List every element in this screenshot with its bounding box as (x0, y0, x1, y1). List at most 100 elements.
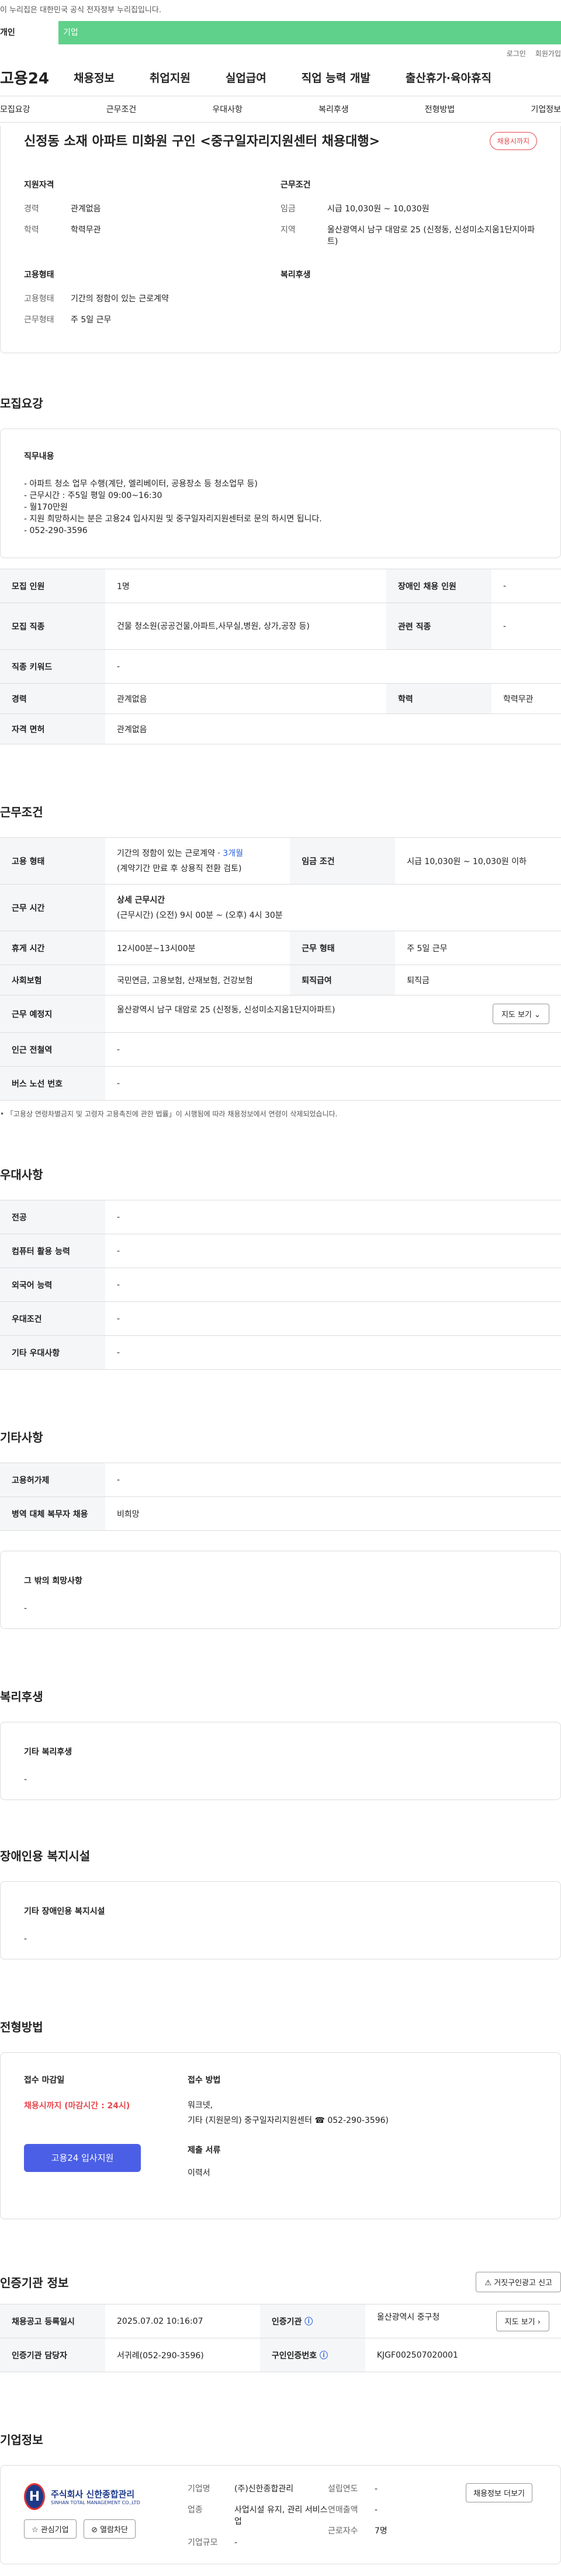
method-line: 기타 (지원문의) 중구일자리지원센터 ☎ 052-290-3596) (188, 2116, 389, 2125)
table-label: 인근 전철역 (0, 1032, 105, 1067)
table-value: - (491, 569, 561, 603)
table-label: 모집 인원 (0, 569, 105, 603)
kv-value: - (375, 2484, 378, 2494)
subnav-recruit[interactable]: 모집요강 (0, 103, 30, 115)
table-label: 장애인 채용 인원 (386, 569, 491, 603)
kv-label: 기업명 (188, 2484, 210, 2494)
table-label: 우대조건 (0, 1301, 105, 1336)
subnav-welfare[interactable]: 복리후생 (318, 103, 349, 115)
disab-box-value: - (24, 1934, 27, 1944)
table-value: - (105, 1032, 561, 1067)
welfare-box-title: 기타 복리후생 (24, 1747, 72, 1757)
report-ad-button[interactable]: ⚠ 거짓구인광고 신고 (476, 2272, 561, 2292)
table-label: 경력 (0, 683, 105, 714)
map-view-button[interactable]: 지도 보기 ⌄ (492, 1004, 549, 1024)
table-value: 퇴직금 (395, 965, 561, 995)
docs-value: 이력서 (188, 2168, 210, 2178)
emp-months: 3개월 (223, 848, 243, 858)
table-value: 건물 청소원(공공건물,아파트,사무실,병원, 상가,공장 등) (105, 603, 386, 650)
table-value: - (105, 1268, 561, 1302)
table-value: 12시00분~13시00분 (105, 931, 290, 965)
info-icon[interactable]: ⓘ (304, 2317, 313, 2327)
top-links: 로그인 회원가입 (0, 44, 561, 58)
disab-box-title: 기타 장애인용 복지시설 (24, 1907, 105, 1916)
alert-icon: ⚠ (484, 2279, 494, 2288)
age-note: • 「고용상 연령차별금지 및 고령자 고용촉진에 관한 법률」이 시행됨에 따… (0, 1109, 561, 1119)
table-label: 고용 형태 (0, 837, 105, 885)
table-label: 채용공고 등록일시 (0, 2304, 105, 2338)
user-type-tabs: 개인 기업 (0, 21, 561, 44)
disab-section-title: 장애인용 복지시설 (0, 1849, 91, 1863)
block-icon: ⊘ (91, 2526, 101, 2535)
subnav-screen[interactable]: 전형방법 (425, 103, 455, 115)
pref-section-title: 우대사항 (0, 1168, 43, 1182)
kv-value: (주)신한종합관리 (234, 2484, 294, 2494)
screen-section-title: 전형방법 (0, 2020, 43, 2034)
gnb-item-support[interactable]: 취업지원 (150, 69, 191, 85)
table-label: 외국어 능력 (0, 1268, 105, 1302)
map-btn-label: 지도 보기 (504, 2318, 535, 2327)
kv-label: 기업규모 (188, 2538, 218, 2547)
table-value: 관계없음 (105, 683, 386, 714)
table-value: - (491, 603, 561, 650)
tab-business[interactable]: 기업 (58, 21, 117, 44)
block-label: 열람차단 (100, 2526, 128, 2535)
table-label: 근무 형태 (290, 931, 396, 965)
star-icon: ☆ (32, 2526, 41, 2535)
table-value: 시급 10,030원 ~ 10,030원 이하 (395, 837, 561, 885)
interest-label: 관심기업 (40, 2526, 69, 2535)
kv-value: 주 5일 근무 (71, 315, 112, 325)
apply-button[interactable]: 고용24 입사지원 (24, 2144, 141, 2172)
global-nav: 고용24 채용정보 취업지원 실업급여 직업 능력 개발 출산휴가·육아휴직 (0, 58, 561, 96)
table-value: - (105, 1301, 561, 1336)
duty-line: - 아파트 청소 업무 수행(계단, 엘리베이터, 공용장소 등 청소업무 등) (24, 479, 258, 489)
gnb-item-jobs[interactable]: 채용정보 (74, 69, 115, 85)
info-icon[interactable]: ⓘ (320, 2351, 328, 2361)
signup-link[interactable]: 회원가입 (535, 48, 561, 58)
login-link[interactable]: 로그인 (507, 48, 526, 58)
duty-line: - 월170만원 (24, 503, 68, 512)
kv-value: 기간의 정함이 있는 근로계약 (71, 294, 169, 304)
cert-map-button[interactable]: 지도 보기 › (496, 2311, 549, 2331)
kv-label: 경력 (24, 204, 39, 214)
kv-label: 고용형태 (24, 294, 54, 304)
table-value: 2025.07.02 10:16:07 (105, 2304, 260, 2338)
company-logo: H 주식회사 신한종합관리 SINHAN TOTAL MANAGEMENT CO.… (24, 2483, 188, 2510)
interest-button[interactable]: ☆ 관심기업 (24, 2519, 77, 2539)
gnb-item-training[interactable]: 직업 능력 개발 (302, 69, 370, 85)
other-wish-value: - (24, 1604, 27, 1613)
more-jobs-button[interactable]: 채용정보 더보기 (466, 2483, 532, 2502)
company-section-title: 기업정보 (0, 2433, 43, 2447)
emp-note: (계약기간 만료 후 상용직 전환 검토) (117, 864, 242, 873)
table-label: 버스 노선 번호 (0, 1066, 105, 1101)
time-head: 상세 근무시간 (117, 895, 165, 905)
deadline-value: 채용시까지 (마감시간 : 24시) (24, 2101, 130, 2111)
docs-title: 제출 서류 (188, 2146, 221, 2155)
kv-label: 학력 (24, 225, 39, 235)
gnb-item-unemployment[interactable]: 실업급여 (226, 69, 266, 85)
other-wish-box: 그 밖의 희망사항 - (0, 1551, 561, 1629)
gnb-item-leave[interactable]: 출산휴가·육아휴직 (406, 69, 491, 85)
welfare-box-value: - (24, 1775, 27, 1784)
job-title: 신정동 소재 아파트 미화원 구인 <중구일자리지원센터 채용대행> (24, 134, 380, 149)
kv-label: 지역 (280, 225, 296, 235)
table-value: 관계없음 (105, 713, 561, 744)
recruit-table: 모집 인원 1명 장애인 채용 인원 - 모집 직종 건물 청소원(공공건물,아파트,사… (0, 569, 561, 744)
site-logo[interactable]: 고용24 (0, 67, 53, 88)
recruit-section-title: 모집요강 (0, 396, 43, 410)
table-value: - (105, 1066, 561, 1101)
subnav-company[interactable]: 기업정보 (531, 103, 561, 115)
kv-label: 설립연도 (328, 2484, 358, 2494)
duty-line: - 지원 희망하시는 분은 고용24 입사지원 및 중구일자리지원센터로 문의 … (24, 514, 322, 524)
table-label: 근무 예정지 (0, 995, 105, 1033)
kv-value: - (234, 2538, 238, 2547)
subnav-work[interactable]: 근무조건 (106, 103, 137, 115)
emp-title: 고용형태 (24, 270, 54, 280)
kv-label: 근로자수 (328, 2526, 358, 2536)
kv-value: 학력무관 (71, 225, 101, 235)
tab-personal[interactable]: 개인 (0, 21, 58, 44)
block-button[interactable]: ⊘ 열람차단 (84, 2519, 136, 2539)
subnav-pref[interactable]: 우대사항 (212, 103, 243, 115)
table-value: - (105, 649, 561, 684)
table-label: 병역 대체 복무자 채용 (0, 1496, 105, 1531)
